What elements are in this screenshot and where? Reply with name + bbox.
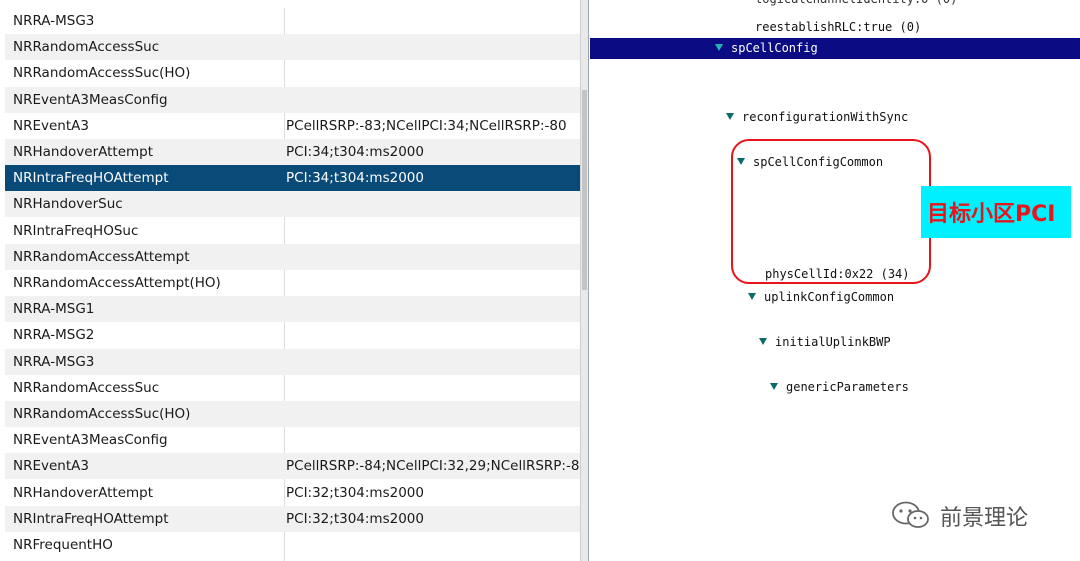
expand-triangle-icon[interactable]: [726, 113, 734, 120]
tree-node-partial-above: logicalChannelIdentity:0 (0): [755, 0, 957, 6]
expand-triangle-icon[interactable]: [770, 383, 778, 390]
event-name-cell: NREventA3MeasConfig: [13, 432, 168, 449]
table-row[interactable]: NRHandoverAttempt PCI:32;t304:ms2000: [5, 480, 580, 506]
table-row[interactable]: NRIntraFreqHOSuc: [5, 218, 580, 244]
scrollbar-thumb[interactable]: [582, 90, 587, 290]
event-detail-cell: PCI:34;t304:ms2000: [286, 170, 424, 187]
event-name-cell: NRRandomAccessSuc(HO): [13, 65, 191, 82]
table-row[interactable]: NRRandomAccessAttempt: [5, 243, 580, 270]
tree-node-label: uplinkConfigCommon: [764, 290, 895, 304]
event-name-cell: NRRandomAccessSuc(HO): [13, 406, 191, 422]
event-list-panel: NRRA-MSG3 NRRandomAccessSuc NRRandomAccess…: [5, 8, 580, 561]
expand-triangle-icon[interactable]: [759, 338, 767, 345]
watermark: 前景理论: [890, 498, 1080, 532]
event-detail-cell: PCI:34;t304:ms2000: [286, 144, 424, 160]
event-name-cell: NRIntraFreqHOSuc: [13, 222, 139, 239]
tree-node-reconfiguration-with-sync[interactable]: reconfigurationWithSync: [726, 110, 908, 124]
tree-node-label: spCellConfig: [731, 41, 818, 55]
event-name-cell: NRHandoverAttempt: [13, 484, 154, 501]
event-detail-cell: PCI:32;t304:ms2000: [286, 510, 424, 527]
tree-node-reestablish-rlc[interactable]: reestablishRLC:true (0): [755, 20, 921, 34]
table-row[interactable]: NRRA-MSG3: [5, 8, 580, 34]
table-row[interactable]: NRRA-MSG1: [5, 296, 580, 323]
event-name-cell: NRIntraFreqHOAttempt: [13, 510, 169, 527]
event-name-cell: NRHandoverAttempt: [13, 144, 154, 160]
event-name-cell: NRRA-MSG2: [13, 327, 95, 344]
tree-node-uplinkconfigcommon[interactable]: uplinkConfigCommon: [748, 290, 894, 304]
table-row[interactable]: NREventA3MeasConfig: [5, 427, 580, 453]
event-name-cell: NRRandomAccessAttempt: [13, 248, 190, 265]
event-name-cell: NRRA-MSG1: [13, 301, 95, 318]
table-row[interactable]: NRRandomAccessAttempt(HO): [5, 270, 580, 296]
tree-node-label: reconfigurationWithSync: [742, 110, 909, 124]
table-row[interactable]: NREventA3 PCellRSRP:-84;NCellPCI:32,29;NC…: [5, 453, 580, 480]
event-name-cell: NREventA3MeasConfig: [13, 91, 168, 108]
table-row[interactable]: NRRandomAccessSuc(HO): [5, 401, 580, 427]
tree-node-label: initialUplinkBWP: [775, 335, 891, 349]
event-name-cell: NREventA3: [13, 117, 89, 134]
annotation-text: 目标小区PCI: [927, 202, 1056, 227]
event-name-cell: NRRandomAccessSuc: [13, 379, 160, 396]
table-row[interactable]: NRRA-MSG3: [5, 348, 580, 375]
event-name-cell: NRFrequentHO: [13, 537, 113, 553]
tree-node-spcellconfig[interactable]: spCellConfig: [590, 38, 1080, 59]
event-name-cell: NREventA3: [13, 458, 89, 475]
table-row[interactable]: NRFrequentHO: [5, 532, 580, 558]
table-row[interactable]: NRIntraFreqHOAttempt PCI:34;t304:ms2000: [5, 165, 580, 192]
table-row[interactable]: NRRandomAccessSuc(HO): [5, 60, 580, 86]
event-name-cell: NRIntraFreqHOAttempt: [13, 170, 169, 187]
annotation-label: 目标小区PCI: [921, 186, 1071, 238]
event-name-cell: NRRA-MSG3: [13, 13, 95, 29]
tree-node-label: genericParameters: [786, 380, 909, 394]
event-name-cell: NRHandoverSuc: [13, 196, 123, 213]
event-name-cell: NRRA-MSG3: [13, 353, 95, 370]
tree-node-initialuplinkbwp[interactable]: initialUplinkBWP: [759, 335, 891, 349]
tree-node-genericparameters[interactable]: genericParameters: [770, 380, 909, 394]
table-row[interactable]: NREventA3MeasConfig: [5, 86, 580, 113]
event-name-cell: NRRandomAccessSuc: [13, 39, 160, 56]
expand-triangle-icon[interactable]: [715, 44, 723, 51]
event-list-scrollbar[interactable]: [580, 0, 589, 561]
table-row[interactable]: NRHandoverAttempt PCI:34;t304:ms2000: [5, 139, 580, 165]
table-row[interactable]: NREventA3 PCellRSRP:-83;NCellPCI:34;NCell…: [5, 113, 580, 139]
event-name-cell: NRRandomAccessAttempt(HO): [13, 275, 221, 291]
watermark-text: 前景理论: [940, 506, 1029, 531]
highlight-box: [731, 139, 931, 284]
wechat-icon: [892, 501, 929, 528]
table-row[interactable]: NRRA-MSG2: [5, 322, 580, 348]
table-row[interactable]: NRHandoverSuc: [5, 191, 580, 218]
event-detail-cell: PCI:32;t304:ms2000: [286, 484, 424, 501]
event-detail-cell: PCellRSRP:-83;NCellPCI:34;NCellRSRP:-80: [286, 117, 567, 134]
table-row[interactable]: NRIntraFreqHOAttempt PCI:32;t304:ms2000: [5, 505, 580, 532]
table-row[interactable]: NRRandomAccessSuc: [5, 375, 580, 401]
message-decode-panel: logicalChannelIdentity:0 (0) reestablish…: [590, 0, 1080, 561]
expand-triangle-icon[interactable]: [748, 293, 756, 300]
event-detail-cell: PCellRSRP:-84;NCellPCI:32,29;NCellRSRP:-…: [286, 458, 580, 475]
table-row[interactable]: NRRandomAccessSuc: [5, 34, 580, 61]
